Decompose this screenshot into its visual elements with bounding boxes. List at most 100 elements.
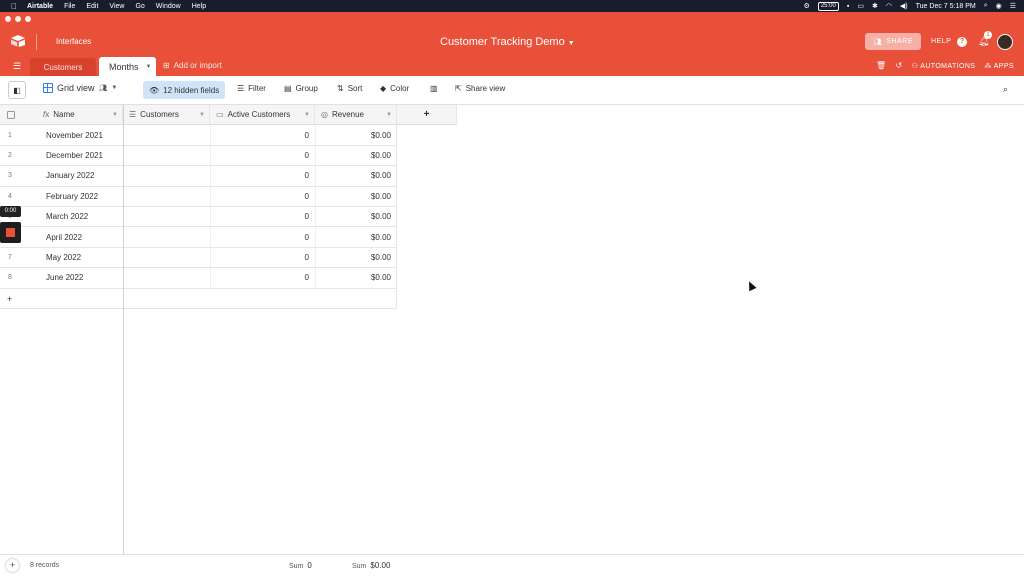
cell-active-customers[interactable]: 0 <box>210 207 315 228</box>
cell-active-customers[interactable]: 0 <box>210 166 315 187</box>
cell-customers[interactable] <box>123 166 210 187</box>
add-record-fab[interactable]: + <box>6 559 19 572</box>
view-switcher[interactable]: Grid view 👥︎ ▼ <box>43 83 117 93</box>
share-button[interactable]: 👥︎ SHARE <box>865 33 921 50</box>
filter-button[interactable]: ☰ Filter <box>237 84 266 93</box>
battery-icon[interactable]: ▭ <box>857 2 864 10</box>
cell-name[interactable]: March 2022 <box>38 207 123 228</box>
cell-revenue[interactable]: $0.00 <box>315 268 397 289</box>
interfaces-link[interactable]: Interfaces <box>56 37 91 46</box>
cell-name[interactable]: January 2022 <box>38 166 123 187</box>
add-or-import-button[interactable]: ⊞ Add or import <box>163 61 222 70</box>
select-all-checkbox[interactable] <box>7 110 15 119</box>
mouse-cursor-icon <box>745 279 757 292</box>
volume-icon[interactable]: ◀) <box>900 2 908 10</box>
add-record-button[interactable]: + <box>0 289 397 309</box>
chevron-down-icon[interactable]: ▼ <box>304 112 310 118</box>
cell-active-customers[interactable]: 0 <box>210 247 315 269</box>
column-header-name[interactable]: fx Name ▼ <box>0 105 123 125</box>
sum-revenue[interactable]: Sum $0.00 <box>352 561 390 570</box>
clock-text[interactable]: Tue Dec 7 5:18 PM <box>916 3 976 10</box>
apps-button[interactable]: ⁂ APPS <box>984 62 1014 70</box>
timer-badge[interactable]: 25:00 <box>817 1 839 11</box>
search-icon[interactable]: ⌕ <box>1003 84 1008 95</box>
cell-revenue[interactable]: $0.00 <box>315 145 397 167</box>
column-header-active-customers[interactable]: ▭ Active Customers ▼ <box>210 105 315 125</box>
hamburger-menu-icon[interactable]: ☰ <box>13 61 21 72</box>
stop-recording-button[interactable] <box>0 222 21 243</box>
menu-view[interactable]: View <box>109 3 124 10</box>
add-field-button[interactable]: + <box>397 105 457 125</box>
cell-active-customers[interactable]: 0 <box>210 268 315 289</box>
airtable-logo-icon[interactable] <box>11 35 25 47</box>
avatar[interactable] <box>997 34 1013 50</box>
color-button[interactable]: ◆ Color <box>380 84 409 93</box>
gear-icon[interactable]: ⚙ <box>804 2 810 10</box>
cell-active-customers[interactable]: 0 <box>210 227 315 248</box>
cell-revenue[interactable]: $0.00 <box>315 207 397 228</box>
cell-name[interactable]: June 2022 <box>38 268 123 289</box>
menu-go[interactable]: Go <box>135 3 144 10</box>
cell-name[interactable]: November 2021 <box>38 126 123 146</box>
cell-name[interactable]: February 2022 <box>38 187 123 208</box>
menu-app[interactable]: Airtable <box>27 3 53 10</box>
apple-icon[interactable]:  <box>11 2 17 11</box>
sort-button[interactable]: ⇅ Sort <box>337 84 362 93</box>
column-header-revenue[interactable]: ◎ Revenue ▼ <box>315 105 397 125</box>
cell-active-customers[interactable]: 0 <box>210 145 315 167</box>
siri-icon[interactable]: ◉ <box>996 2 1002 10</box>
close-window-button[interactable] <box>5 16 11 22</box>
column-header-customers[interactable]: ☰ Customers ▼ <box>123 105 210 125</box>
help-icon[interactable]: ? <box>957 37 967 47</box>
cell-customers[interactable] <box>123 125 210 146</box>
history-icon[interactable]: ↺ <box>896 61 903 70</box>
tab-customers[interactable]: Customers <box>30 58 96 76</box>
automations-button[interactable]: ⚇ AUTOMATIONS <box>912 62 976 70</box>
cell-customers[interactable] <box>123 145 210 167</box>
cell-revenue[interactable]: $0.00 <box>315 125 397 146</box>
menu-window[interactable]: Window <box>156 3 181 10</box>
flag-icon[interactable]: ▪ <box>847 3 849 10</box>
base-title[interactable]: Customer Tracking Demo ▼ <box>440 36 575 48</box>
group-button[interactable]: ▤ Group <box>284 84 318 93</box>
chevron-down-icon[interactable]: ▼ <box>112 112 118 118</box>
hidden-fields-button[interactable]: 👁︎ 12 hidden fields <box>143 81 226 99</box>
cell-name[interactable]: May 2022 <box>38 248 123 269</box>
formula-icon: fx <box>43 110 50 119</box>
menu-file[interactable]: File <box>64 3 75 10</box>
chevron-down-icon[interactable]: ▼ <box>199 112 205 118</box>
chevron-down-icon[interactable]: ▼ <box>146 64 152 70</box>
cell-customers[interactable] <box>123 227 210 248</box>
cell-name[interactable]: April 2022 <box>38 228 123 248</box>
menu-help[interactable]: Help <box>192 3 206 10</box>
wifi-icon[interactable]: ◠ <box>886 2 892 10</box>
trash-icon[interactable]: 🗑︎ <box>876 61 887 70</box>
menu-edit[interactable]: Edit <box>86 3 98 10</box>
cell-customers[interactable] <box>123 186 210 208</box>
zoom-window-button[interactable] <box>25 16 31 22</box>
cell-active-customers[interactable]: 0 <box>210 125 315 146</box>
cell-customers[interactable] <box>123 207 210 228</box>
sum-active-customers[interactable]: Sum 0 <box>289 561 312 570</box>
row-height-icon[interactable]: ▥ <box>430 84 438 93</box>
cell-revenue[interactable]: $0.00 <box>315 247 397 269</box>
cell-customers[interactable] <box>123 268 210 289</box>
cell-revenue[interactable]: $0.00 <box>315 166 397 187</box>
control-center-icon[interactable]: ☰ <box>1010 2 1016 10</box>
sidebar-toggle-icon[interactable]: ◧ <box>8 81 26 99</box>
cell-name[interactable]: December 2021 <box>38 146 123 167</box>
cell-revenue[interactable]: $0.00 <box>315 186 397 208</box>
tab-months[interactable]: Months ▼ <box>99 57 156 76</box>
row-number: 3 <box>0 166 38 187</box>
help-link[interactable]: HELP <box>931 38 951 45</box>
cell-active-customers[interactable]: 0 <box>210 186 315 208</box>
search-icon[interactable]: ⌕ <box>984 2 988 10</box>
minimize-window-button[interactable] <box>15 16 21 22</box>
sum-value: $0.00 <box>370 561 391 570</box>
cell-customers[interactable] <box>123 247 210 269</box>
cell-revenue[interactable]: $0.00 <box>315 227 397 248</box>
share-out-icon: ⇱ <box>455 84 462 93</box>
chevron-down-icon[interactable]: ▼ <box>386 112 392 118</box>
share-view-button[interactable]: ⇱ Share view <box>455 84 505 93</box>
bluetooth-icon[interactable]: ✱ <box>872 2 878 10</box>
